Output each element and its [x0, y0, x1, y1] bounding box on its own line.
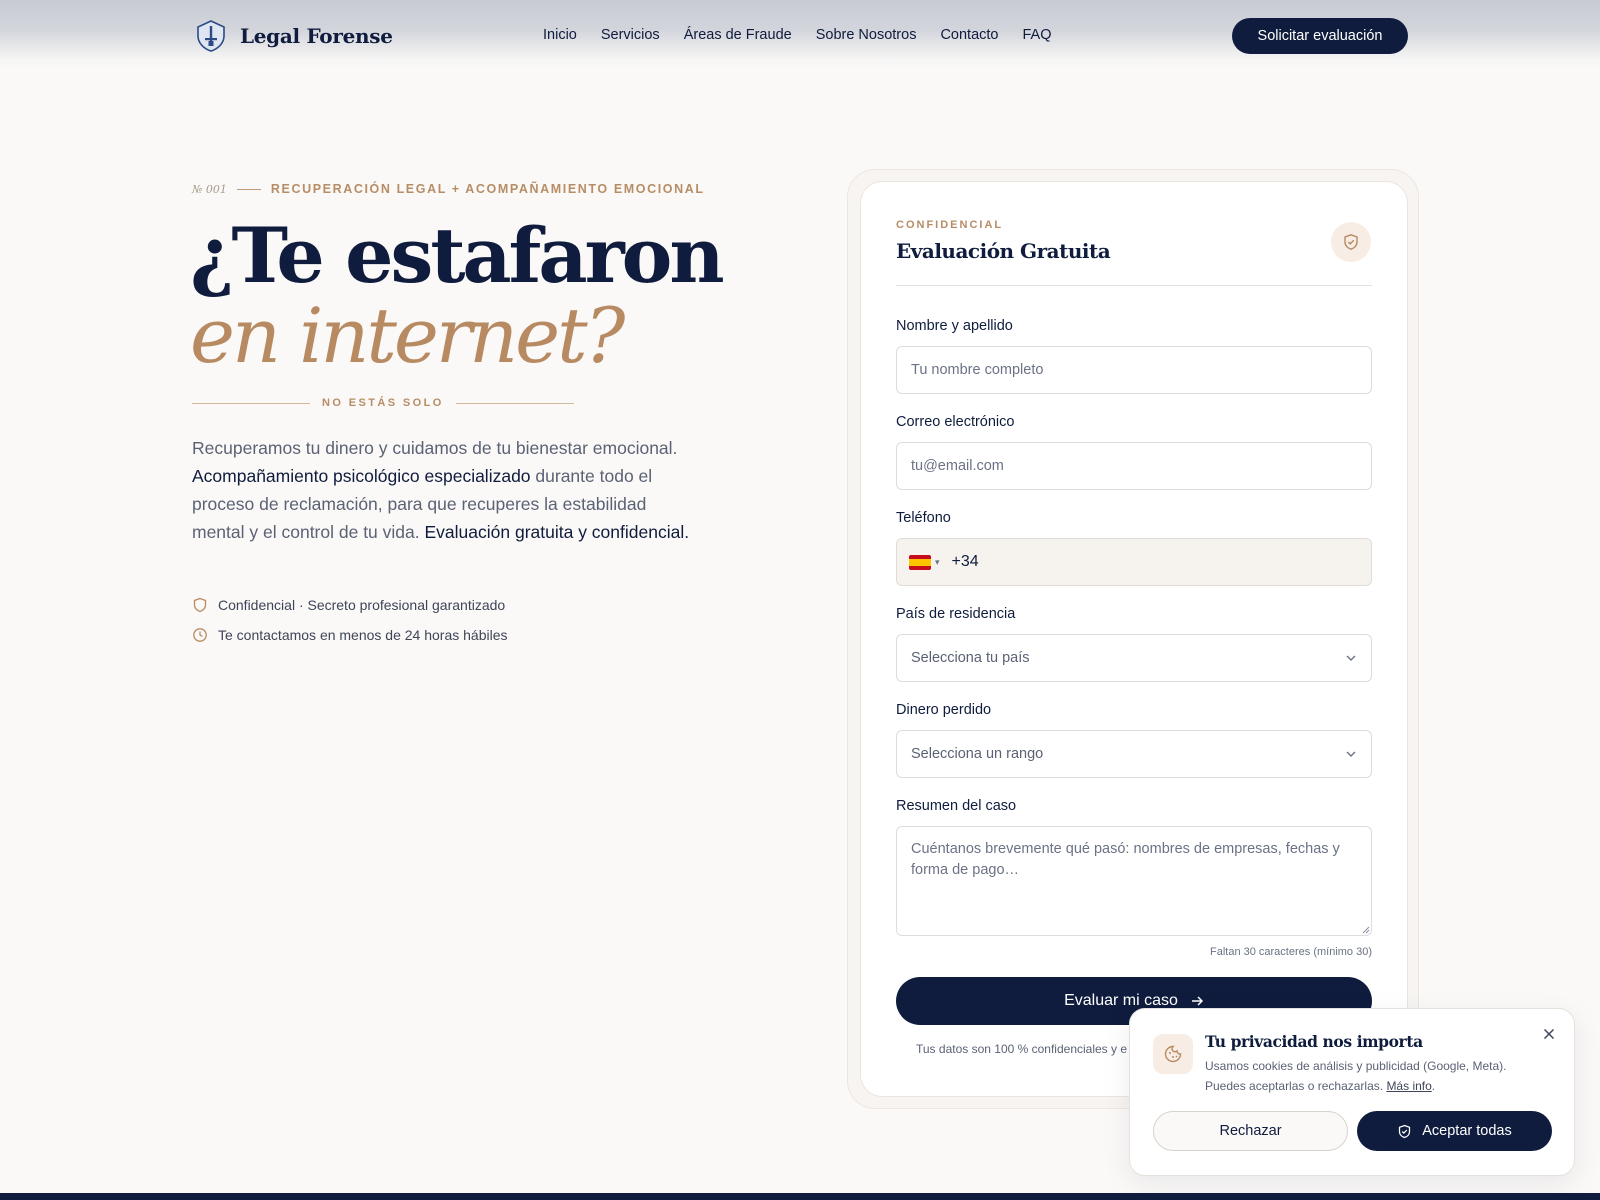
- privacy-note: Tus datos son 100 % confidenciales y e: [916, 1042, 1128, 1056]
- phone-label: Teléfono: [896, 510, 951, 526]
- close-icon[interactable]: [1541, 1026, 1557, 1042]
- shield-sword-logo-icon: [197, 20, 225, 52]
- trust-text-confidential: Confidencial · Secreto profesional garan…: [218, 597, 506, 613]
- money-lost-select-value: Selecciona un rango: [911, 746, 1044, 762]
- name-label: Nombre y apellido: [896, 318, 1013, 334]
- accept-cookies-button[interactable]: Aceptar todas: [1357, 1111, 1552, 1151]
- nav-item-faq[interactable]: FAQ: [1023, 27, 1052, 43]
- trust-item-response-time: Te contactamos en menos de 24 horas hábi…: [192, 627, 508, 643]
- trust-text-response-time: Te contactamos en menos de 24 horas hábi…: [218, 627, 508, 643]
- form-title: Evaluación Gratuita: [896, 239, 1111, 263]
- form-eyebrow: CONFIDENCIAL: [896, 219, 1004, 231]
- request-evaluation-button[interactable]: Solicitar evaluación: [1232, 18, 1408, 54]
- email-label: Correo electrónico: [896, 414, 1015, 430]
- form-header-divider: [896, 285, 1372, 286]
- arrow-right-icon: [1191, 996, 1203, 1006]
- brand-name: Legal Forense: [240, 24, 393, 48]
- divider-line-right: [455, 402, 574, 404]
- eyebrow-divider: [236, 188, 261, 190]
- money-lost-select[interactable]: Selecciona un rango: [896, 730, 1372, 778]
- resize-handle-icon[interactable]: [1360, 924, 1370, 934]
- eyebrow-text: RECUPERACIÓN LEGAL + ACOMPAÑAMIENTO EMOC…: [270, 182, 705, 196]
- trust-item-confidential: Confidencial · Secreto profesional garan…: [192, 597, 505, 613]
- hero-title-line-1: ¿Te estafaron: [190, 211, 725, 300]
- cookie-text: Usamos cookies de análisis y publicidad …: [1205, 1056, 1525, 1096]
- character-counter: Faltan 30 caracteres (mínimo 30): [1209, 946, 1372, 958]
- nav-item-contacto[interactable]: Contacto: [940, 27, 998, 43]
- divider-line-left: [192, 402, 310, 404]
- divider-text: NO ESTÁS SOLO: [322, 397, 444, 409]
- nav-item-sobre-nosotros[interactable]: Sobre Nosotros: [816, 27, 917, 43]
- shield-icon: [193, 597, 207, 613]
- footer-edge: [0, 1193, 1600, 1200]
- name-input[interactable]: [896, 346, 1372, 394]
- phone-dial-code: +34: [951, 553, 979, 570]
- hero-eyebrow: № 001 RECUPERACIÓN LEGAL + ACOMPAÑAMIENT…: [192, 182, 705, 196]
- country-select[interactable]: Selecciona tu país: [896, 634, 1372, 682]
- cookie-text-suffix: .: [1431, 1079, 1436, 1093]
- accept-cookies-label: Aceptar todas: [1422, 1123, 1512, 1139]
- cookie-title: Tu privacidad nos importa: [1205, 1032, 1423, 1051]
- country-label: País de residencia: [896, 606, 1016, 622]
- lead-text-1: Recuperamos tu dinero y cuidamos de tu b…: [192, 438, 678, 458]
- cookie-badge: [1153, 1034, 1193, 1074]
- hero-lead: Recuperamos tu dinero y cuidamos de tu b…: [192, 434, 697, 546]
- hero-title-line-2: en internet?: [190, 291, 625, 380]
- cookie-description: Usamos cookies de análisis y publicidad …: [1205, 1059, 1507, 1093]
- lead-bold-1: Acompañamiento psicológico especializado: [192, 466, 531, 486]
- main-nav: Inicio Servicios Áreas de Fraude Sobre N…: [543, 27, 1052, 43]
- more-info-link[interactable]: Más info: [1386, 1079, 1431, 1093]
- reject-cookies-button[interactable]: Rechazar: [1153, 1111, 1348, 1151]
- nav-item-inicio[interactable]: Inicio: [543, 27, 577, 43]
- nav-item-servicios[interactable]: Servicios: [601, 27, 660, 43]
- form-badge: [1331, 222, 1371, 262]
- clock-icon: [193, 628, 207, 642]
- case-summary-textarea[interactable]: [896, 826, 1372, 936]
- spain-flag-icon[interactable]: [909, 554, 931, 570]
- email-input[interactable]: [896, 442, 1372, 490]
- phone-input[interactable]: ▾ +34: [896, 538, 1372, 586]
- case-summary-label: Resumen del caso: [896, 798, 1017, 814]
- shield-check-icon: [1399, 1124, 1411, 1138]
- country-code-chevron-icon[interactable]: ▾: [935, 557, 940, 568]
- hero-divider: NO ESTÁS SOLO: [192, 397, 574, 409]
- section-number: № 001: [192, 182, 227, 196]
- cookie-icon: [1164, 1045, 1182, 1063]
- chevron-down-icon: [1346, 655, 1356, 661]
- money-lost-label: Dinero perdido: [896, 702, 992, 718]
- shield-check-icon: [1344, 234, 1358, 250]
- chevron-down-icon: [1346, 751, 1356, 757]
- brand-logo[interactable]: Legal Forense: [196, 20, 393, 52]
- lead-bold-2: Evaluación gratuita y confidencial.: [424, 522, 690, 542]
- country-select-value: Selecciona tu país: [911, 650, 1030, 666]
- nav-item-areas-de-fraude[interactable]: Áreas de Fraude: [684, 27, 792, 43]
